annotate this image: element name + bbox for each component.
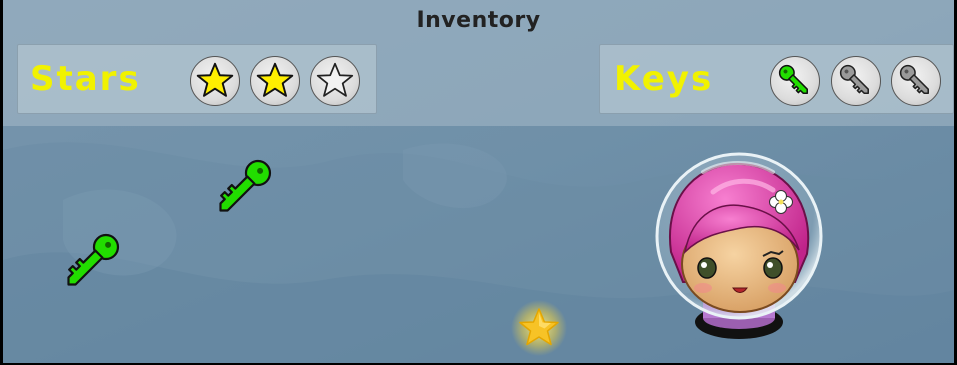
keys-panel: Keys <box>599 44 954 114</box>
stars-panel: Stars <box>17 44 377 114</box>
stars-label: Stars <box>30 59 141 99</box>
player-character[interactable] <box>643 132 835 344</box>
key-grey-icon <box>899 64 929 94</box>
key-green-icon <box>778 64 808 94</box>
inventory-bar: Inventory Stars Keys <box>3 0 954 126</box>
key-slot-filled <box>770 56 820 106</box>
star-filled-icon <box>256 62 294 97</box>
star-slot-filled-2 <box>250 56 300 106</box>
star-slot-filled-1 <box>190 56 240 106</box>
game-viewport: Inventory Stars Keys <box>0 0 957 365</box>
star-pickup-icon[interactable] <box>509 300 569 358</box>
key-slot-empty-2 <box>891 56 941 106</box>
star-filled-icon <box>196 62 234 97</box>
keys-label: Keys <box>614 59 714 99</box>
key-pickup-icon[interactable] <box>201 152 281 228</box>
star-slot-empty <box>310 56 360 106</box>
star-outline-icon <box>316 62 354 97</box>
key-grey-icon <box>839 64 869 94</box>
key-pickup-icon[interactable] <box>49 226 129 302</box>
key-slot-empty-1 <box>831 56 881 106</box>
inventory-title: Inventory <box>416 8 541 33</box>
